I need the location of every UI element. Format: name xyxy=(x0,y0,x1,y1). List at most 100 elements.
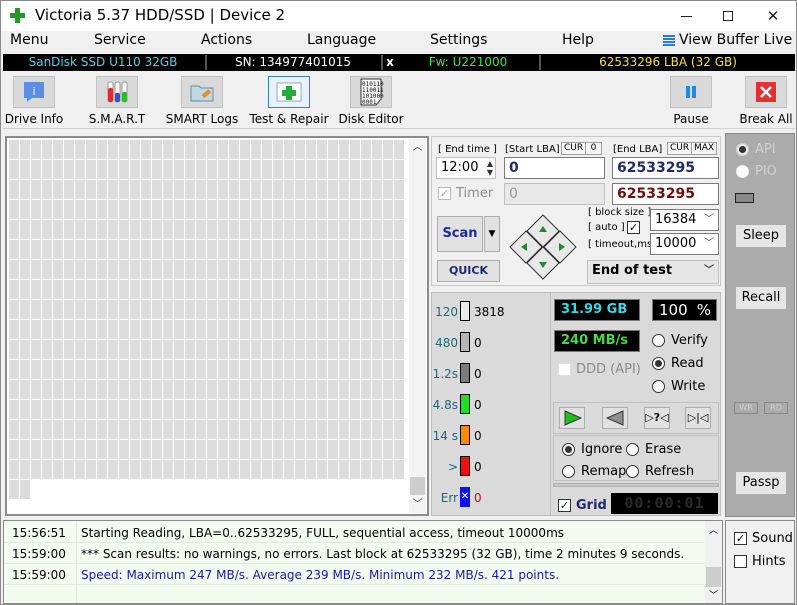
smart-logs-button[interactable]: SMART Logs xyxy=(163,76,241,126)
scan-block xyxy=(251,220,261,239)
mode-write-radio[interactable]: Write xyxy=(652,379,705,394)
sleep-button[interactable]: Sleep xyxy=(736,225,786,247)
quick-button[interactable]: QUICK xyxy=(437,260,500,282)
scroll-down-icon[interactable]: ﹀ xyxy=(409,496,426,513)
scan-block xyxy=(361,160,371,179)
scan-block xyxy=(273,140,283,159)
end-lba-input[interactable]: 62533295 xyxy=(612,157,719,179)
end-cur-button[interactable]: CUR xyxy=(667,142,693,155)
scan-block xyxy=(86,340,96,359)
pause-button[interactable]: Pause xyxy=(667,76,715,126)
repair-action-group: Ignore Erase Remap Refresh xyxy=(553,435,719,481)
scan-block xyxy=(218,460,228,479)
scan-block xyxy=(306,140,316,159)
break-all-button[interactable]: Break All xyxy=(739,76,793,126)
smart-button[interactable]: S.M.A.R.T xyxy=(86,76,148,126)
minimize-button[interactable] xyxy=(663,1,709,31)
scan-block xyxy=(163,420,173,439)
scan-block xyxy=(295,420,305,439)
time-spinner-icon[interactable]: ▲ ▼ xyxy=(487,159,493,177)
start-cur-button[interactable]: CUR xyxy=(561,142,587,155)
mode-read-radio[interactable]: Read xyxy=(652,356,704,371)
scan-block xyxy=(317,220,327,239)
scan-block xyxy=(350,280,360,299)
disk-editor-button[interactable]: 010110 110011 101000 0001 Disk Editor xyxy=(337,76,405,126)
legend-label: 120 xyxy=(435,305,458,319)
scroll-up-icon[interactable]: ︿ xyxy=(409,139,426,156)
mode-verify-radio[interactable]: Verify xyxy=(652,333,708,348)
menu-item-language[interactable]: Language xyxy=(307,32,376,48)
drive-serial: SN: 134977401015 xyxy=(234,55,352,69)
play-forward-button[interactable] xyxy=(559,407,585,429)
maximize-button[interactable] xyxy=(705,1,751,31)
scan-block xyxy=(196,440,206,459)
action-remap-radio[interactable]: Remap xyxy=(562,464,626,479)
navigation-pad[interactable] xyxy=(509,214,577,280)
api-radio[interactable]: API xyxy=(736,142,776,157)
scan-block xyxy=(97,220,107,239)
scan-button[interactable]: Scan xyxy=(437,216,483,252)
view-buffer-live-button[interactable]: View Buffer Live xyxy=(663,32,792,48)
pio-radio[interactable]: PIO xyxy=(736,164,777,179)
block-size-select[interactable]: 16384 ﹀ xyxy=(650,209,719,231)
hints-checkbox[interactable]: Hints xyxy=(734,554,786,569)
start-zero-button[interactable]: 0 xyxy=(585,142,602,155)
drive-info-button[interactable]: i Drive Info xyxy=(3,76,65,126)
legend-row: Err ✕ 0 xyxy=(432,487,550,509)
scroll-thumb[interactable] xyxy=(706,567,721,587)
passp-button[interactable]: Passp xyxy=(736,472,786,494)
menu-item-menu[interactable]: Menu xyxy=(10,32,48,48)
ddd-api-checkbox[interactable]: DDD (API) xyxy=(558,362,641,377)
menu-item-help[interactable]: Help xyxy=(562,32,594,48)
menu-item-actions[interactable]: Actions xyxy=(201,32,252,48)
play-backward-button[interactable] xyxy=(602,407,628,429)
scan-block xyxy=(9,280,19,299)
action-ignore-radio[interactable]: Ignore xyxy=(562,442,622,457)
scan-block xyxy=(262,260,272,279)
menu-item-settings[interactable]: Settings xyxy=(430,32,487,48)
recall-button[interactable]: Recall xyxy=(736,287,786,309)
log-scrollbar[interactable]: ︿ ﹀ xyxy=(705,521,722,603)
scan-dropdown-button[interactable]: ▼ xyxy=(484,216,500,252)
test-repair-button[interactable]: Test & Repair xyxy=(248,76,330,126)
start-lba-input[interactable]: 0 xyxy=(504,157,605,179)
grid-scrollbar[interactable]: ︿ ﹀ xyxy=(409,139,426,513)
scan-block xyxy=(141,300,151,319)
legend-label: Err xyxy=(440,491,458,505)
scan-block xyxy=(317,440,327,459)
scan-block xyxy=(317,380,327,399)
butterfly-button[interactable]: ▷|◁ xyxy=(685,407,711,429)
action-refresh-radio[interactable]: Refresh xyxy=(626,464,694,479)
scan-block xyxy=(383,320,393,339)
end-max-button[interactable]: MAX xyxy=(691,142,718,155)
scroll-up-icon[interactable]: ︿ xyxy=(705,523,722,536)
scan-block xyxy=(141,400,151,419)
close-button[interactable]: ✕ xyxy=(750,1,796,31)
timer-checkbox[interactable]: ✓ Timer xyxy=(438,186,493,201)
scan-block xyxy=(229,220,239,239)
action-erase-radio[interactable]: Erase xyxy=(626,442,681,457)
close-drive-button[interactable]: x xyxy=(384,54,396,71)
scan-block xyxy=(108,340,118,359)
scan-block xyxy=(306,160,316,179)
grid-checkbox[interactable]: ✓ Grid xyxy=(558,498,607,513)
sound-checkbox[interactable]: ✓ Sound xyxy=(734,531,793,546)
scan-block xyxy=(20,200,30,219)
menu-item-service[interactable]: Service xyxy=(94,32,146,48)
scan-block xyxy=(218,360,228,379)
scan-block xyxy=(42,220,52,239)
timeout-select[interactable]: 10000 ﹀ xyxy=(650,233,719,255)
scroll-down-icon[interactable]: ﹀ xyxy=(705,588,722,601)
scan-block xyxy=(306,260,316,279)
auto-checkbox[interactable]: ✓ xyxy=(627,221,645,234)
end-action-select[interactable]: End of test ﹀ xyxy=(587,260,719,284)
scroll-thumb[interactable] xyxy=(410,477,425,495)
rd-indicator: RD xyxy=(764,402,788,414)
random-seek-button[interactable]: ▷?◁ xyxy=(644,407,670,429)
scan-block xyxy=(339,280,349,299)
scan-block xyxy=(273,360,283,379)
scan-block xyxy=(130,180,140,199)
scan-block xyxy=(163,260,173,279)
end-time-input[interactable]: 12:00 ▲ ▼ xyxy=(436,157,496,179)
scan-block xyxy=(20,300,30,319)
